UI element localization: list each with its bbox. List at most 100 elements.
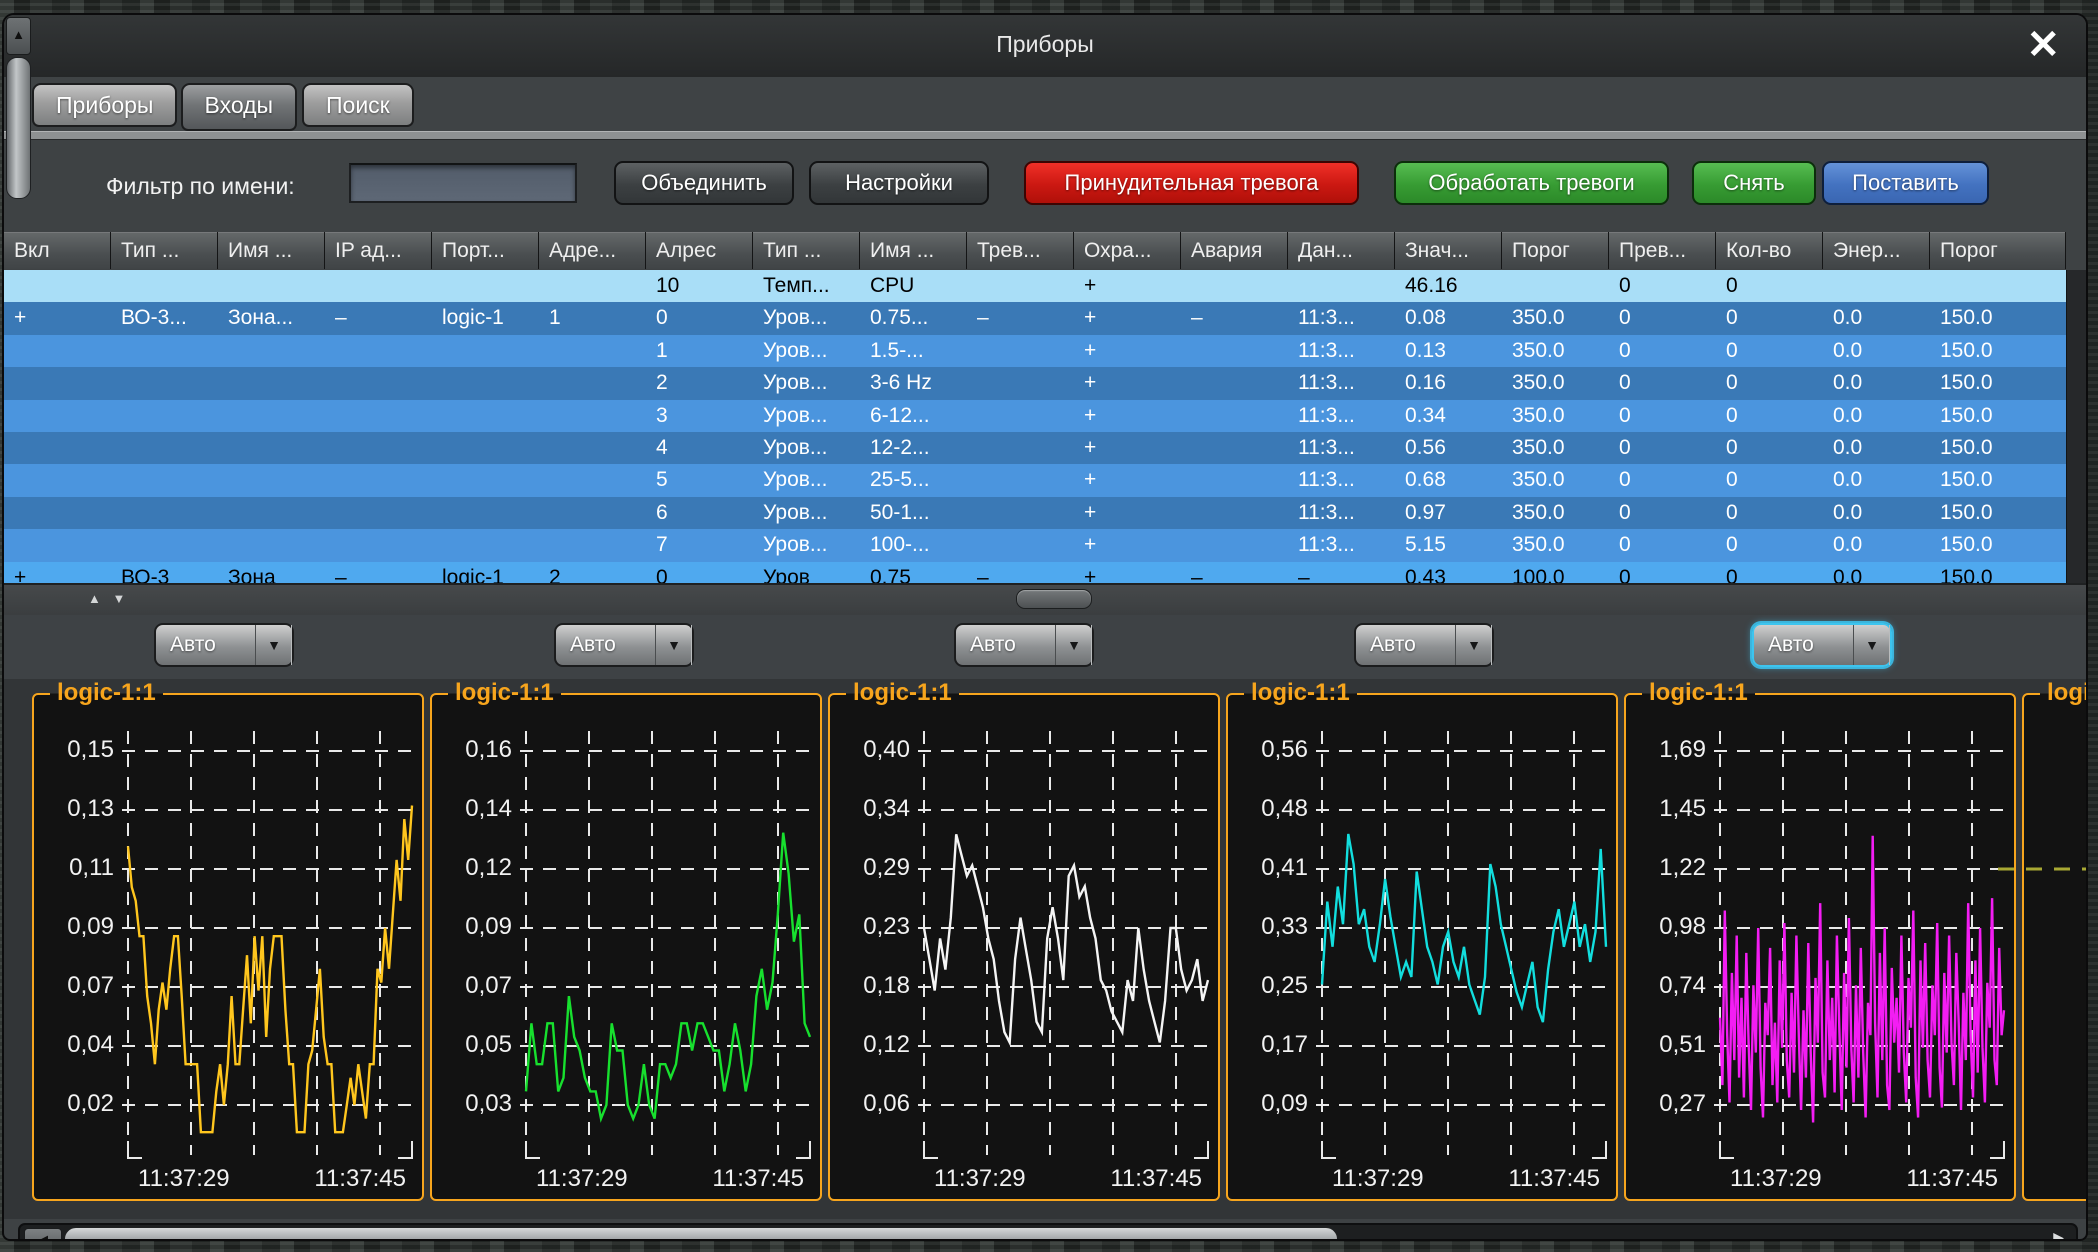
splitter-grip[interactable] [1016, 589, 1092, 609]
scroll-left-button[interactable]: ◀ [24, 1228, 62, 1241]
column-header[interactable]: Трев... [967, 232, 1073, 269]
select-value: Авто [1754, 633, 1853, 657]
devices-dialog: Приборы ✕ ПриборыВходыПоиск Фильтр по им… [2, 13, 2088, 1241]
table-cell: 11:3... [1288, 367, 1394, 399]
chart-scale-select[interactable]: Авто▼ [554, 623, 694, 667]
chevron-down-icon[interactable]: ▼ [1455, 625, 1492, 665]
table-row[interactable]: 2Уров...3-6 Hz+11:3...0.16350.0000.0150.… [4, 367, 2066, 399]
tab-divider [4, 131, 2086, 140]
vertical-scroll-thumb[interactable] [6, 57, 31, 199]
chevron-down-icon[interactable]: ▼ [255, 625, 292, 665]
table-row[interactable]: +ВО-3...Зона...–logic-110Уров...0.75...–… [4, 302, 2066, 334]
column-header[interactable]: Имя ... [860, 232, 966, 269]
horizontal-scrollbar[interactable]: ◀ ▶ [18, 1223, 2078, 1241]
column-header[interactable]: Порт... [432, 232, 538, 269]
table-cell: 11:3... [1288, 432, 1394, 464]
tab-3[interactable]: Поиск [302, 83, 414, 127]
toolbar-button-4[interactable]: Обработать тревоги [1394, 161, 1669, 205]
toolbar-button-1[interactable]: Объединить [614, 161, 794, 205]
column-header[interactable]: Вкл [4, 232, 110, 269]
table-cell: 2 [646, 367, 752, 399]
column-header[interactable]: Тип ... [753, 232, 859, 269]
table-row[interactable]: +ВО-3Зона–logic-120Уров0.75–+––0.43100.0… [4, 562, 2066, 583]
chevron-down-icon[interactable]: ▼ [655, 625, 692, 665]
tab-1[interactable]: Приборы [32, 83, 177, 127]
column-header[interactable]: Порог [1502, 232, 1608, 269]
toolbar-button-5[interactable]: Снять [1692, 161, 1816, 205]
toolbar-button-6[interactable]: Поставить [1822, 161, 1989, 205]
column-header[interactable]: Энер... [1823, 232, 1929, 269]
table-cell [325, 432, 431, 464]
table-cell: 0 [1609, 562, 1715, 583]
table-cell: 0 [1609, 497, 1715, 529]
column-header[interactable]: Знач... [1395, 232, 1501, 269]
select-value: Авто [156, 633, 255, 657]
column-header[interactable]: Прев... [1609, 232, 1715, 269]
table-cell [1181, 529, 1287, 561]
chevron-down-icon[interactable]: ▼ [1055, 625, 1092, 665]
column-header[interactable]: Авария [1181, 232, 1287, 269]
table-cell [432, 497, 538, 529]
table-cell [4, 400, 110, 432]
table-cell: 11:3... [1288, 302, 1394, 334]
table-cell: 0.0 [1823, 302, 1929, 334]
splitter-arrows-icon[interactable]: ▲ ▼ [88, 591, 129, 606]
table-cell: – [1288, 562, 1394, 583]
table-cell: 11:3... [1288, 464, 1394, 496]
table-vertical-scrollbar[interactable] [2066, 270, 2088, 583]
table-row[interactable]: 4Уров...12-2...+11:3...0.56350.0000.0150… [4, 432, 2066, 464]
column-header[interactable]: Порог [1930, 232, 2065, 269]
column-header[interactable]: Охра... [1074, 232, 1180, 269]
table-row[interactable]: 1Уров...1.5-...+11:3...0.13350.0000.0150… [4, 335, 2066, 367]
column-header[interactable]: Имя ... [218, 232, 324, 269]
table-cell [967, 432, 1073, 464]
table-cell: 350.0 [1502, 529, 1608, 561]
table-row[interactable]: 5Уров...25-5...+11:3...0.68350.0000.0150… [4, 464, 2066, 496]
table-cell: 0 [1609, 432, 1715, 464]
horizontal-scroll-thumb[interactable] [64, 1227, 1338, 1241]
column-header[interactable]: IP ад... [325, 232, 431, 269]
table-cell: 0 [1716, 302, 1822, 334]
scroll-right-icon[interactable]: ▶ [2053, 1229, 2064, 1241]
table-cell [325, 270, 431, 302]
column-header[interactable]: Дан... [1288, 232, 1394, 269]
table-cell: – [1181, 562, 1287, 583]
table-cell: 100-... [860, 529, 966, 561]
table-cell: 50-1... [860, 497, 966, 529]
column-header[interactable]: Адре... [539, 232, 645, 269]
chart-scale-select[interactable]: Авто▼ [154, 623, 294, 667]
table-cell: ВО-3... [111, 302, 217, 334]
column-header[interactable]: Кол-во [1716, 232, 1822, 269]
table-cell [218, 464, 324, 496]
column-header[interactable]: Алрес [646, 232, 752, 269]
table-row[interactable]: 6Уров...50-1...+11:3...0.97350.0000.0150… [4, 497, 2066, 529]
table-row[interactable]: 3Уров...6-12...+11:3...0.34350.0000.0150… [4, 400, 2066, 432]
chart-scale-select[interactable]: Авто▼ [1354, 623, 1494, 667]
table-cell: 1.5-... [860, 335, 966, 367]
toolbar-button-3[interactable]: Принудительная тревога [1024, 161, 1359, 205]
scroll-up-button[interactable]: ▲ [6, 17, 31, 55]
table-cell: 3 [646, 400, 752, 432]
chart-canvas [1626, 695, 2018, 1203]
chart-panel: logi2111 [2022, 693, 2088, 1201]
table-cell [967, 464, 1073, 496]
close-icon[interactable]: ✕ [2026, 23, 2060, 67]
table-cell [539, 400, 645, 432]
filter-input[interactable] [349, 163, 577, 203]
table-row[interactable]: 10Темп...CPU+46.1600 [4, 270, 2066, 302]
table-cell: + [4, 302, 110, 334]
chart-series [128, 806, 412, 1133]
table-cell [539, 335, 645, 367]
table-cell [111, 270, 217, 302]
table-cell: 2 [539, 562, 645, 583]
toolbar-button-2[interactable]: Настройки [809, 161, 989, 205]
chevron-down-icon[interactable]: ▼ [1853, 625, 1890, 665]
tab-2[interactable]: Входы [181, 83, 298, 131]
chart-scale-select[interactable]: Авто▼ [954, 623, 1094, 667]
table-cell [432, 432, 538, 464]
table-row[interactable]: 7Уров...100-...+11:3...5.15350.0000.0150… [4, 529, 2066, 561]
table-cell: Уров... [753, 432, 859, 464]
column-header[interactable]: Тип ... [111, 232, 217, 269]
chart-panel: logic-1:10,400,340,290,230,180,120,0611:… [828, 693, 1220, 1201]
chart-scale-select[interactable]: Авто▼ [1752, 623, 1892, 667]
